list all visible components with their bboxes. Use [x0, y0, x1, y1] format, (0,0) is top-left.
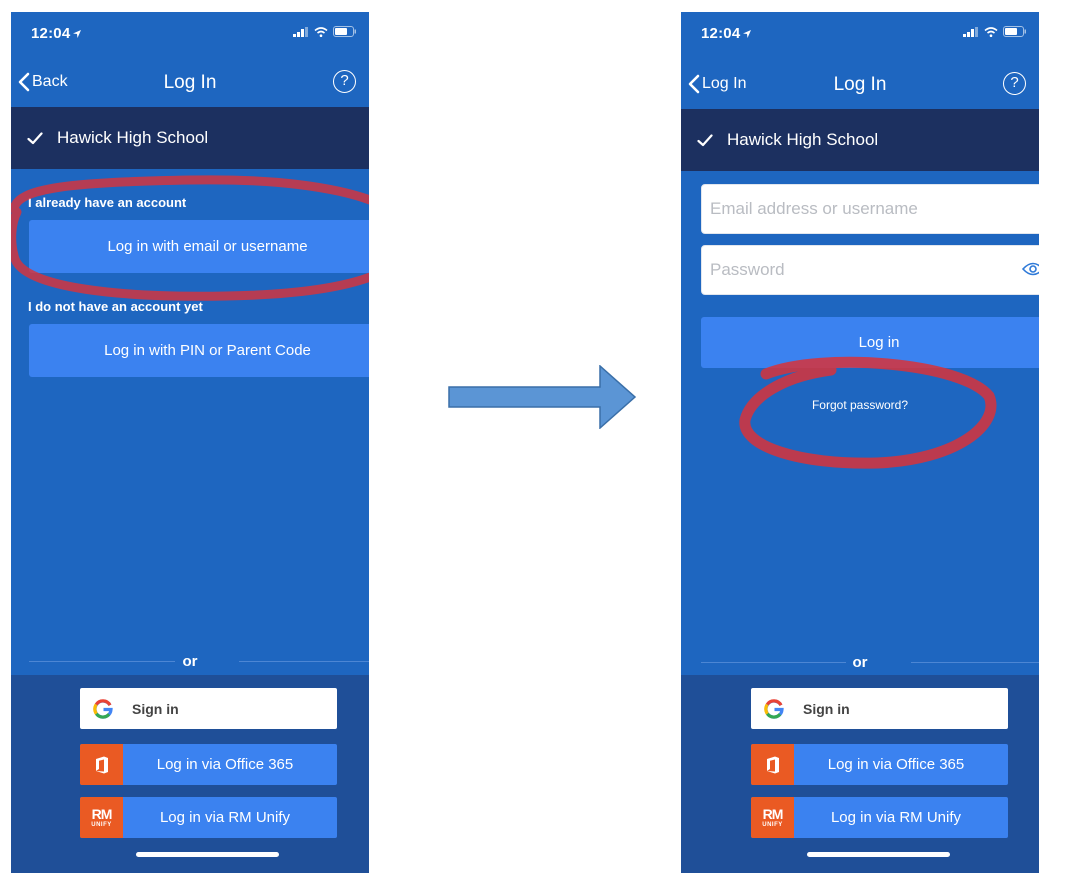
office365-login-button[interactable]: Log in via Office 365	[751, 744, 1008, 785]
or-label: or	[852, 654, 868, 671]
school-name: Hawick High School	[57, 128, 209, 147]
or-divider: or	[681, 651, 1039, 675]
office-logo-icon	[80, 744, 123, 785]
password-field[interactable]	[701, 245, 1039, 295]
rm-unify-logo-icon: RM UNIFY	[80, 797, 123, 838]
forgot-password-link[interactable]: Forgot password?	[681, 398, 1039, 412]
phone-screen-login-options: 12:04 Back Log In ? Hawick High School I…	[11, 12, 369, 873]
no-account-heading: I do not have an account yet	[28, 299, 203, 314]
email-input[interactable]	[702, 185, 1039, 233]
rm-unify-login-label: Log in via RM Unify	[830, 809, 962, 826]
school-name: Hawick High School	[727, 130, 879, 149]
office365-login-button[interactable]: Log in via Office 365	[80, 744, 337, 785]
signal-icon	[293, 26, 308, 37]
password-input[interactable]	[702, 246, 1039, 294]
transition-arrow-icon	[448, 365, 637, 429]
navigation-bar: Back Log In ?	[11, 64, 369, 104]
status-time: 12:04	[31, 25, 82, 42]
status-time: 12:04	[701, 25, 752, 42]
login-pin-button[interactable]: Log in with PIN or Parent Code	[29, 324, 369, 377]
battery-icon	[1003, 26, 1026, 37]
wifi-icon	[984, 26, 998, 37]
signal-icon	[963, 26, 978, 37]
rm-unify-login-button[interactable]: RM UNIFY Log in via RM Unify	[751, 797, 1008, 838]
email-field[interactable]	[701, 184, 1039, 234]
help-icon[interactable]: ?	[333, 70, 356, 93]
battery-icon	[333, 26, 356, 37]
selected-school-bar[interactable]: Hawick High School	[11, 107, 369, 169]
sso-panel: Sign in Log in via Office 365 RM UNIFY Lo…	[681, 675, 1039, 873]
google-sign-in-button[interactable]: Sign in	[751, 688, 1008, 729]
navigation-bar: Log In Log In ?	[681, 66, 1039, 106]
home-indicator	[136, 852, 279, 857]
login-email-button[interactable]: Log in with email or username	[29, 220, 369, 273]
existing-account-heading: I already have an account	[28, 195, 187, 210]
rm-unify-logo-icon: RM UNIFY	[751, 797, 794, 838]
checkmark-icon	[697, 133, 713, 146]
or-label: or	[182, 653, 198, 670]
phone-screen-email-login: 12:04 Log In Log In ? Hawick High School…	[681, 12, 1039, 873]
help-icon[interactable]: ?	[1003, 72, 1026, 95]
page-title: Log In	[833, 74, 887, 95]
status-icons	[293, 26, 357, 37]
checkmark-icon	[27, 131, 43, 144]
location-arrow-icon	[743, 30, 752, 38]
office365-login-label: Log in via Office 365	[827, 756, 965, 773]
google-logo-icon	[80, 698, 126, 719]
google-sign-in-label: Sign in	[803, 700, 850, 717]
google-logo-icon	[751, 698, 797, 719]
sso-panel: Sign in Log in via Office 365 RM UNIFY Lo…	[11, 675, 369, 873]
home-indicator	[807, 852, 950, 857]
google-sign-in-label: Sign in	[132, 700, 179, 717]
rm-unify-login-label: Log in via RM Unify	[159, 809, 291, 826]
status-bar: 12:04	[11, 12, 369, 52]
status-icons	[963, 26, 1027, 37]
login-button[interactable]: Log in	[701, 317, 1039, 368]
or-divider: or	[11, 650, 369, 674]
show-password-eye-icon[interactable]	[1022, 262, 1039, 276]
selected-school-bar[interactable]: Hawick High School	[681, 109, 1039, 171]
wifi-icon	[314, 26, 328, 37]
office365-login-label: Log in via Office 365	[156, 756, 294, 773]
office-logo-icon	[751, 744, 794, 785]
status-bar: 12:04	[681, 12, 1039, 52]
location-arrow-icon	[73, 30, 82, 38]
google-sign-in-button[interactable]: Sign in	[80, 688, 337, 729]
page-title: Log In	[163, 72, 217, 93]
rm-unify-login-button[interactable]: RM UNIFY Log in via RM Unify	[80, 797, 337, 838]
